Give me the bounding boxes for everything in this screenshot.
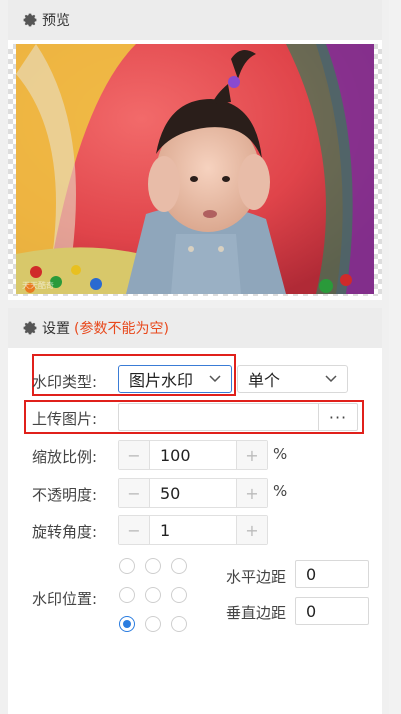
opacity-label: 不透明度: [32,486,98,504]
preview-title: 预览 [42,13,70,29]
position-middle-left-radio[interactable] [119,587,135,603]
settings-warning: (参数不能为空) [74,321,169,337]
h-margin-value: 0 [306,564,317,584]
h-margin-label: 水平边距 [226,568,287,586]
preview-header: 预览 [8,0,382,40]
v-margin-value: 0 [306,601,317,621]
preview-panel: 预览 天天酷奇 [8,0,382,300]
rotation-decrement-button[interactable]: − [119,516,150,544]
opacity-decrement-button[interactable]: − [119,479,150,507]
watermark-mode-select[interactable]: 单个 [237,365,348,393]
watermark-text: 天天酷奇 [22,280,54,290]
rotation-value[interactable]: 1 [150,516,236,544]
upload-label: 上传图片: [32,410,98,428]
opacity-stepper[interactable]: − 50 + [118,478,268,508]
rotation-label: 旋转角度: [32,523,98,541]
opacity-value[interactable]: 50 [150,479,236,507]
scale-stepper[interactable]: − 100 + [118,440,268,470]
position-middle-center-radio[interactable] [145,587,161,603]
position-label: 水印位置: [32,590,98,608]
preview-photo: 天天酷奇 [16,44,374,294]
position-bottom-right-radio[interactable] [171,616,187,632]
rotation-increment-button[interactable]: + [236,516,267,544]
settings-header: 设置 (参数不能为空) [8,308,382,348]
position-bottom-left-radio[interactable] [119,616,135,632]
opacity-unit: % [273,482,288,500]
position-top-right-radio[interactable] [171,558,187,574]
scale-decrement-button[interactable]: − [119,441,150,469]
scale-increment-button[interactable]: + [236,441,267,469]
position-middle-right-radio[interactable] [171,587,187,603]
scale-value[interactable]: 100 [150,441,236,469]
position-top-center-radio[interactable] [145,558,161,574]
settings-title: 设置 [42,321,70,337]
watermark-type-select[interactable]: 图片水印 [118,365,232,393]
more-icon: ··· [328,407,348,427]
scale-label: 缩放比例: [32,448,98,466]
rotation-stepper[interactable]: − 1 + [118,515,268,545]
opacity-increment-button[interactable]: + [236,479,267,507]
scale-unit: % [273,445,288,463]
vertical-scrollbar[interactable] [389,0,401,714]
gear-icon [23,13,37,27]
upload-field[interactable]: ··· [118,403,358,431]
gear-icon [23,321,37,335]
v-margin-input[interactable]: 0 [295,597,369,625]
preview-image: 天天酷奇 [16,44,374,294]
position-top-left-radio[interactable] [119,558,135,574]
watermark-type-value: 图片水印 [129,371,194,390]
position-bottom-center-radio[interactable] [145,616,161,632]
v-margin-label: 垂直边距 [226,604,287,622]
settings-panel: 设置 (参数不能为空) 水印类型: 图片水印 单个 上传图片: ··· 缩放比例… [8,308,382,714]
browse-button[interactable]: ··· [318,404,357,430]
chevron-down-icon [325,375,337,383]
watermark-type-label: 水印类型: [32,373,98,391]
chevron-down-icon [209,375,221,383]
watermark-mode-value: 单个 [248,371,281,390]
h-margin-input[interactable]: 0 [295,560,369,588]
